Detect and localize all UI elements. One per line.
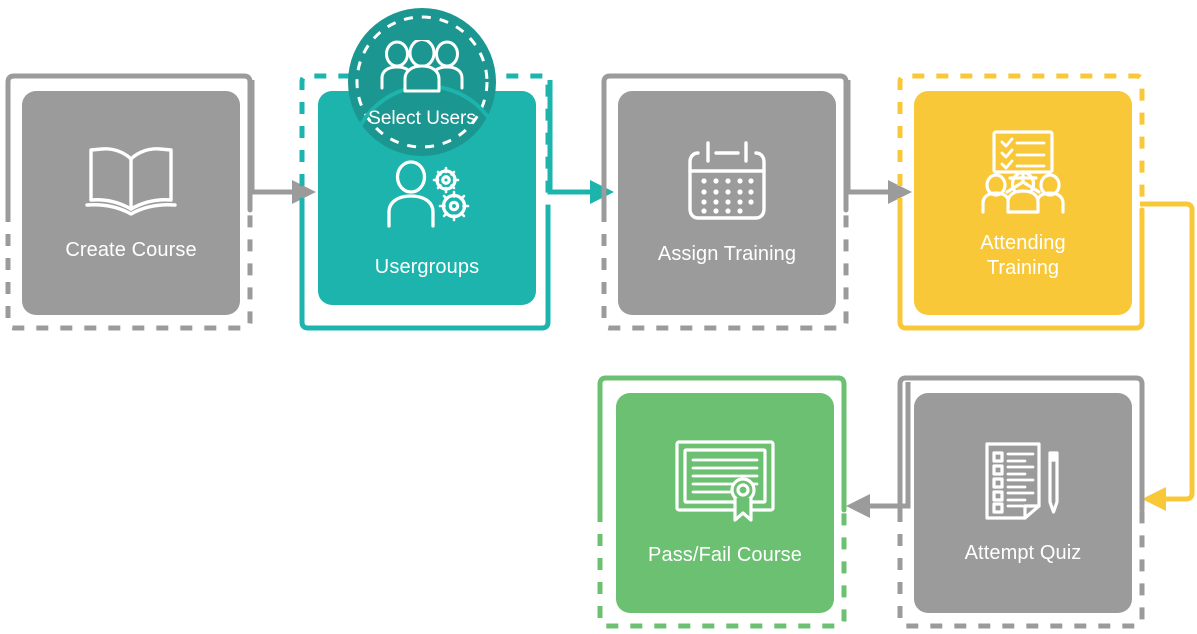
node-label-attending-training-line2: Training [986, 256, 1060, 279]
certificate-icon [673, 438, 777, 529]
node-assign-training[interactable]: Assign Training [598, 70, 856, 336]
node-label-attempt-quiz: Attempt Quiz [964, 542, 1082, 564]
presentation-audience-icon [976, 126, 1070, 219]
connector-attempt-quiz-to-pass-fail-course [846, 382, 911, 518]
badge-select-users[interactable]: Select Users [348, 8, 496, 156]
tile-attending-training[interactable]: Attending Training [914, 91, 1132, 315]
node-attempt-quiz[interactable]: Attempt Quiz [894, 372, 1152, 634]
node-label-usergroups: Usergroups [374, 256, 480, 278]
node-label-attending-training-line1: Attending [980, 231, 1066, 254]
node-pass-fail-course[interactable]: Pass/Fail Course [594, 372, 854, 634]
node-create-course[interactable]: Create Course [2, 70, 260, 336]
tile-create-course[interactable]: Create Course [22, 91, 240, 315]
tile-pass-fail-course[interactable]: Pass/Fail Course [616, 393, 834, 613]
three-users-icon [380, 38, 464, 99]
badge-label-select-users: Select Users [368, 108, 476, 129]
node-label-create-course: Create Course [65, 239, 197, 261]
node-label-assign-training: Assign Training [657, 243, 797, 265]
flowchart-canvas: Create Course Usergroups Select Users As… [0, 0, 1197, 629]
node-label-attending-training: Attending Training [974, 231, 1071, 281]
node-label-pass-fail-course: Pass/Fail Course [648, 544, 802, 566]
checklist-pencil-icon [981, 440, 1065, 527]
node-usergroups[interactable]: Usergroups Select Users [296, 8, 558, 336]
tile-assign-training[interactable]: Assign Training [618, 91, 836, 315]
calendar-icon [686, 139, 768, 228]
node-attending-training[interactable]: Attending Training [894, 70, 1152, 336]
open-book-icon [83, 143, 179, 224]
user-gears-icon [384, 160, 470, 239]
tile-attempt-quiz[interactable]: Attempt Quiz [914, 393, 1132, 613]
